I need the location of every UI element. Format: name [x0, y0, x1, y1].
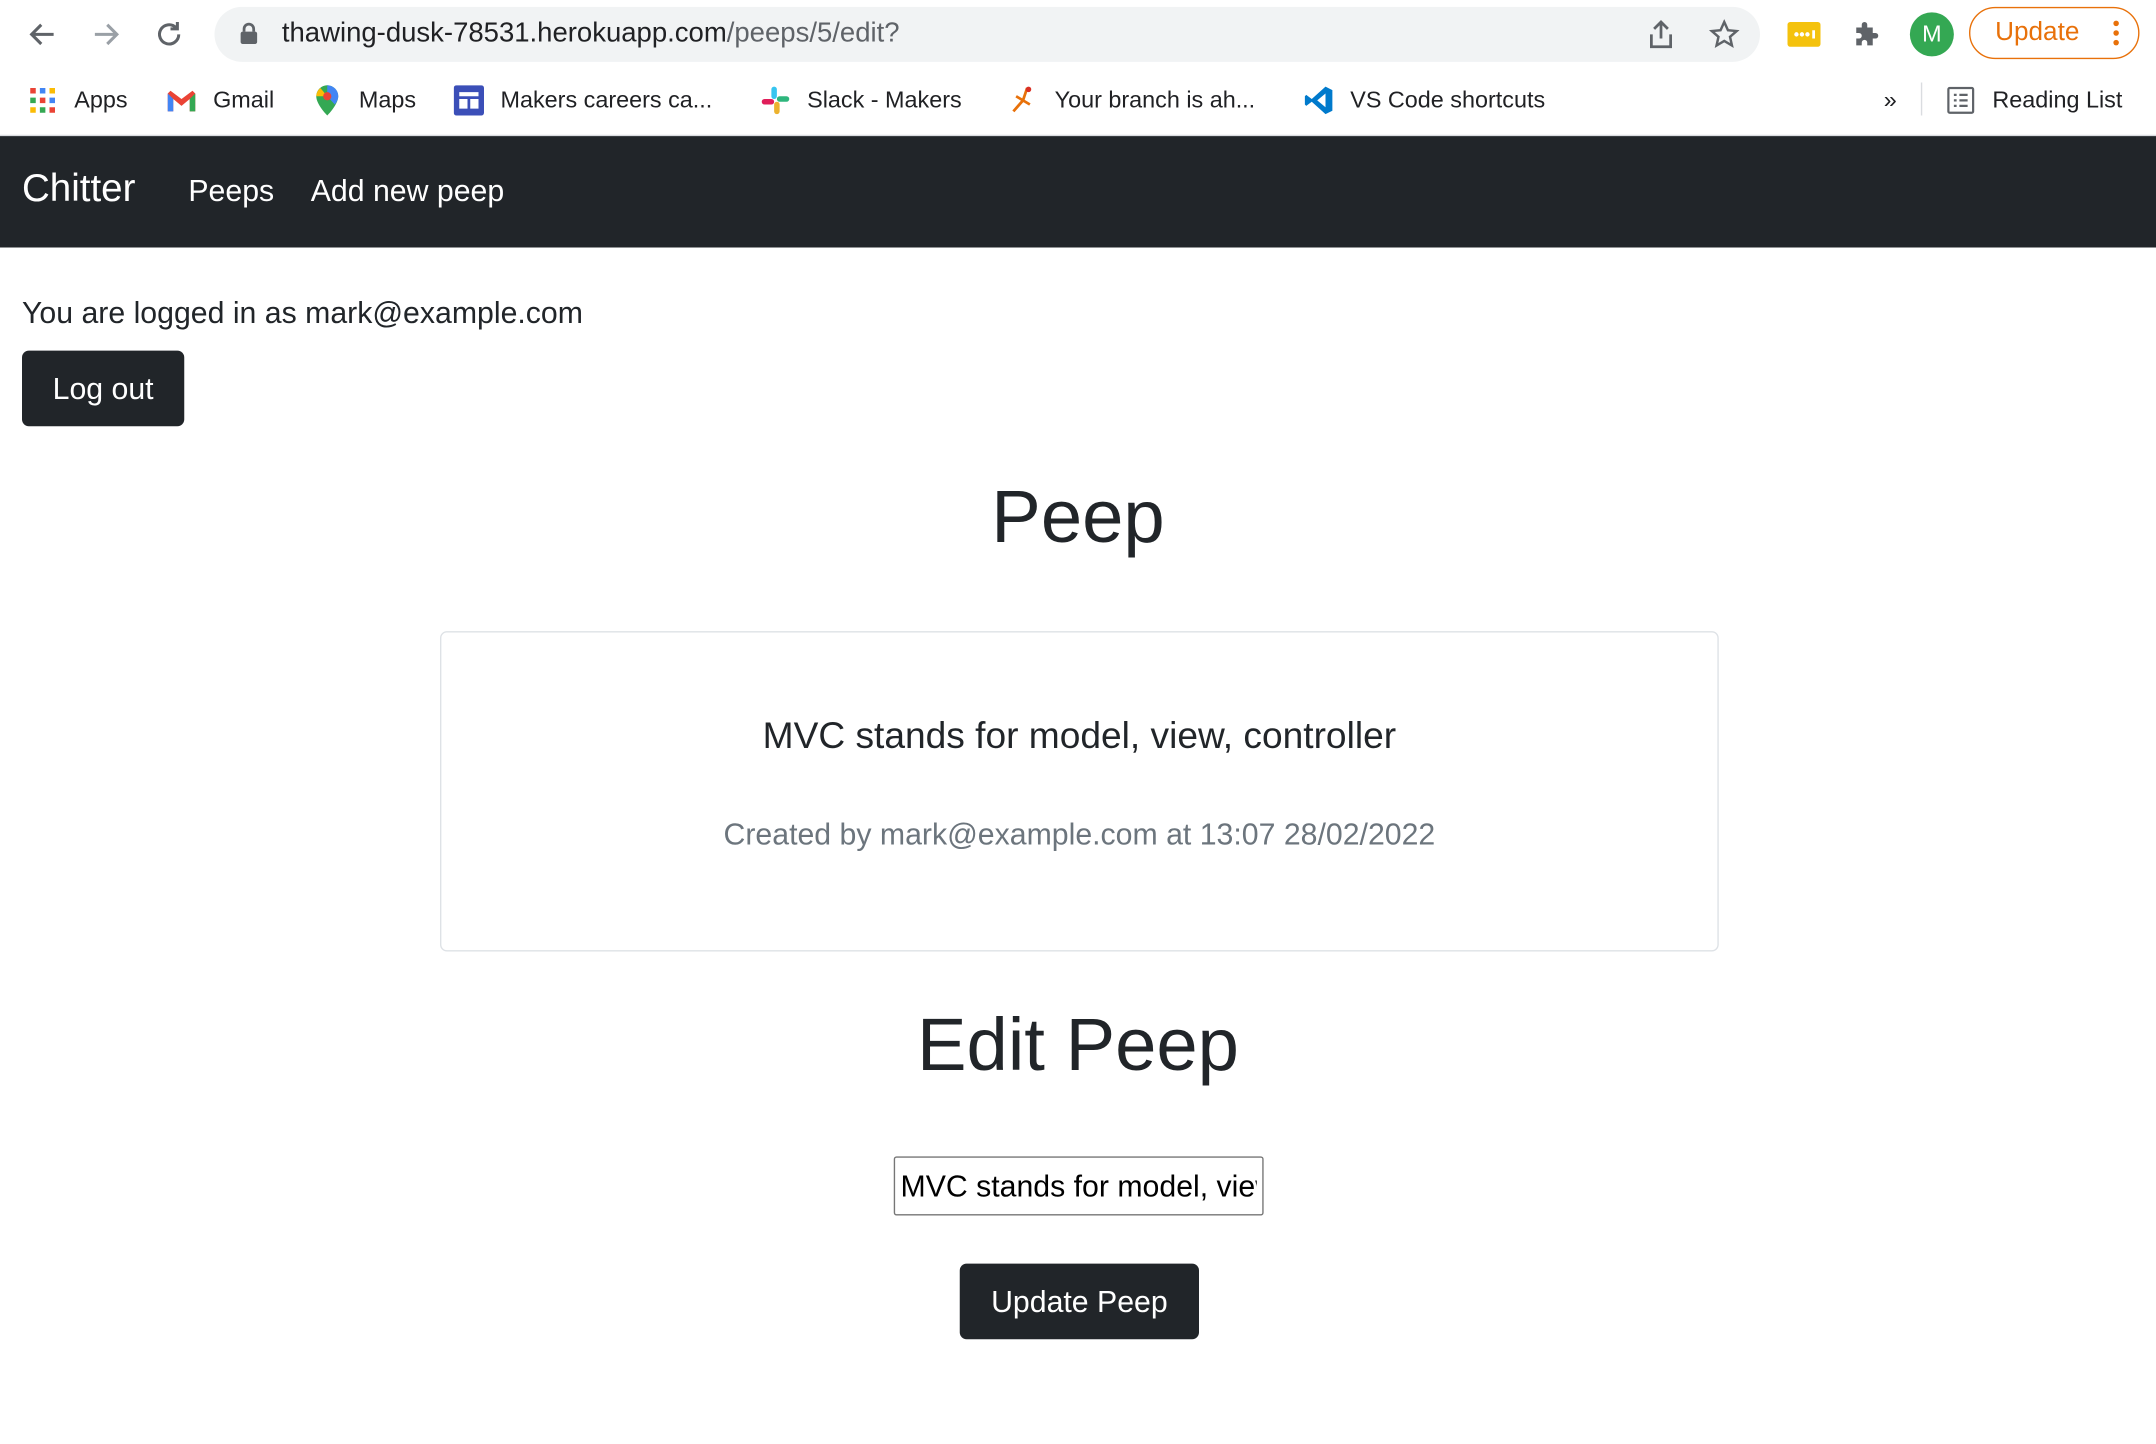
- nav-link-add-new-peep[interactable]: Add new peep: [311, 173, 504, 209]
- update-peep-button[interactable]: Update Peep: [959, 1263, 1199, 1340]
- reading-list-button[interactable]: Reading List: [1946, 83, 2123, 119]
- bookmark-vscode-shortcuts[interactable]: VS Code shortcuts: [1304, 83, 1546, 119]
- bookmark-label: VS Code shortcuts: [1350, 86, 1546, 113]
- slack-icon: [760, 85, 790, 115]
- lock-icon: [240, 22, 258, 44]
- reading-list-label: Reading List: [1992, 86, 2123, 113]
- site-navbar: Chitter Peeps Add new peep: [0, 136, 2156, 248]
- bookmarks-overflow-button[interactable]: »: [1884, 83, 1897, 119]
- browser-toolbar: thawing-dusk-78531.herokuapp.com/peeps/5…: [0, 0, 2156, 69]
- peep-card: MVC stands for model, view, controller C…: [440, 631, 1719, 952]
- bookmarks-divider: [1920, 82, 1923, 116]
- bookmark-label: Maps: [358, 86, 417, 113]
- maps-pin-icon: [312, 85, 342, 116]
- logged-in-status: You are logged in as mark@example.com: [22, 295, 583, 330]
- browser-update-button[interactable]: Update: [1969, 6, 2140, 60]
- bookmark-maps[interactable]: Maps: [312, 83, 416, 119]
- bookmark-makers-careers[interactable]: Makers careers ca...: [453, 83, 713, 119]
- bookmark-label: Your branch is ah...: [1054, 86, 1256, 113]
- address-bar[interactable]: thawing-dusk-78531.herokuapp.com/peeps/5…: [214, 6, 1760, 62]
- profile-avatar[interactable]: M: [1909, 12, 1954, 57]
- logout-button[interactable]: Log out: [22, 350, 185, 427]
- forward-arrow-icon: [94, 23, 120, 46]
- url-host: thawing-dusk-78531.herokuapp.com: [281, 17, 727, 49]
- bookmarks-bar: Apps Gmail Maps Makers careers ca... Sla…: [0, 68, 2156, 137]
- back-button[interactable]: [22, 11, 63, 58]
- gmail-icon: [166, 85, 196, 115]
- password-manager-icon[interactable]: [1783, 14, 1824, 55]
- url-path: /peeps/5/edit?: [726, 17, 900, 49]
- reading-list-icon: [1946, 85, 1976, 115]
- nav-link-peeps[interactable]: Peeps: [188, 173, 274, 209]
- forward-button[interactable]: [85, 11, 126, 58]
- peep-heading: Peep: [991, 475, 1165, 559]
- apps-grid-icon: [28, 85, 58, 115]
- bookmark-gmail[interactable]: Gmail: [166, 83, 274, 119]
- reload-icon: [157, 22, 181, 46]
- brand-link[interactable]: Chitter: [22, 166, 135, 210]
- share-icon[interactable]: [1645, 18, 1678, 51]
- extensions-puzzle-icon[interactable]: [1847, 14, 1888, 55]
- branch-figure-icon: [1008, 85, 1038, 115]
- bookmark-label: Makers careers ca...: [500, 86, 713, 113]
- peep-content: MVC stands for model, view, controller: [762, 715, 1397, 757]
- bookmark-your-branch[interactable]: Your branch is ah...: [1008, 83, 1255, 119]
- peep-edit-input[interactable]: [893, 1156, 1264, 1216]
- edit-peep-heading: Edit Peep: [916, 1003, 1239, 1087]
- makers-careers-icon: [453, 85, 484, 116]
- bookmark-label: Apps: [74, 86, 128, 113]
- bookmark-star-icon[interactable]: [1708, 18, 1741, 51]
- bookmark-apps[interactable]: Apps: [28, 83, 128, 119]
- reload-button[interactable]: [149, 11, 190, 58]
- url-text: thawing-dusk-78531.herokuapp.com/peeps/5…: [282, 18, 900, 50]
- vscode-icon: [1304, 85, 1334, 115]
- peep-meta: Created by mark@example.com at 13:07 28/…: [723, 816, 1436, 852]
- bookmark-label: Gmail: [213, 86, 275, 113]
- kebab-menu-icon: [2113, 20, 2119, 49]
- bookmark-label: Slack - Makers: [807, 86, 962, 113]
- back-arrow-icon: [29, 23, 54, 46]
- bookmark-slack[interactable]: Slack - Makers: [760, 83, 962, 119]
- update-label: Update: [1995, 17, 2080, 47]
